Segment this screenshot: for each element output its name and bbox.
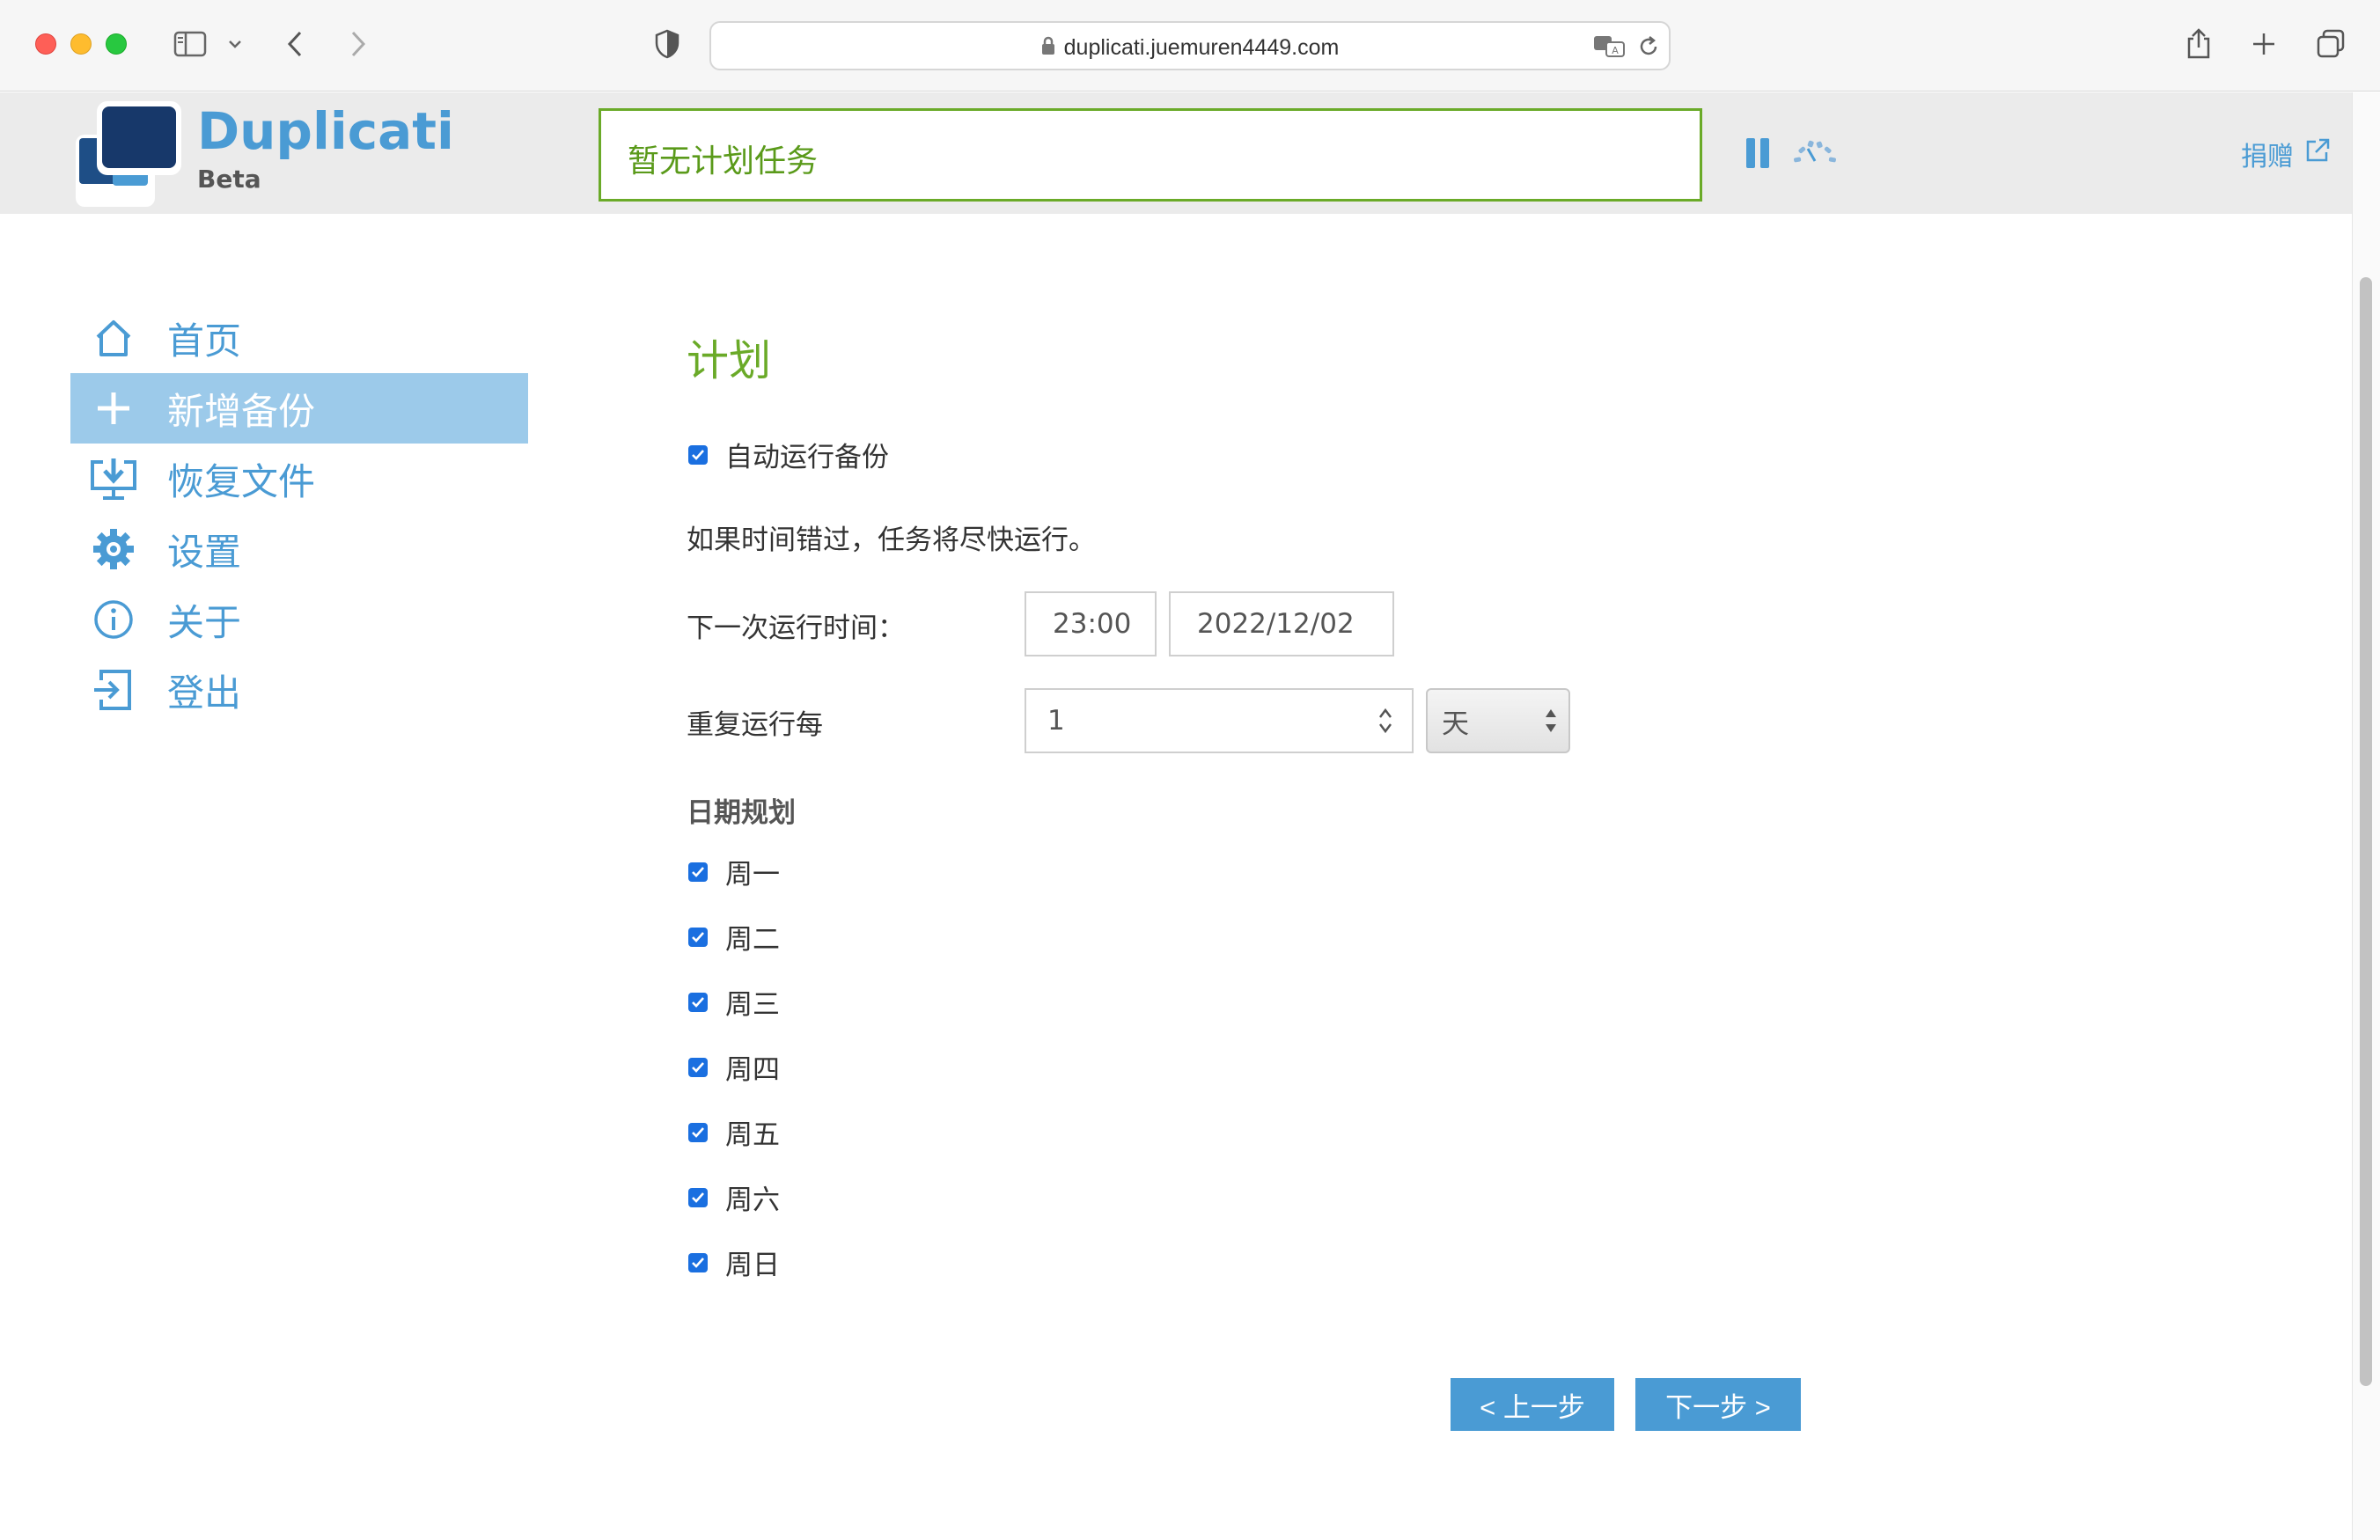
select-arrows-icon bbox=[1544, 706, 1558, 743]
day-wednesday-row[interactable]: 周三 bbox=[688, 982, 780, 1022]
auto-run-checkbox[interactable] bbox=[688, 444, 708, 465]
sidebar-item-settings[interactable]: 设置 bbox=[70, 514, 528, 584]
sidebar-item-label: 新增备份 bbox=[167, 389, 316, 433]
new-tab-icon[interactable] bbox=[2248, 26, 2280, 62]
chevron-down-icon[interactable] bbox=[225, 26, 245, 62]
day-checkbox[interactable] bbox=[688, 1057, 708, 1077]
next-run-time-field[interactable]: 23:00 bbox=[1025, 591, 1157, 656]
day-saturday-row[interactable]: 周六 bbox=[688, 1177, 780, 1217]
page-title: 计划 bbox=[687, 336, 772, 385]
tab-overview-icon[interactable] bbox=[2313, 26, 2348, 62]
logout-icon bbox=[83, 668, 144, 712]
repeat-unit-value: 天 bbox=[1442, 708, 1469, 740]
sidebar-item-about[interactable]: 关于 bbox=[70, 584, 528, 655]
sidebar-item-home[interactable]: 首页 bbox=[70, 303, 528, 373]
day-monday-row[interactable]: 周一 bbox=[688, 852, 780, 891]
day-checkbox[interactable] bbox=[688, 1252, 708, 1272]
brand-name: Duplicati bbox=[197, 101, 454, 161]
address-bar[interactable]: duplicati.juemuren4449.com A bbox=[709, 21, 1671, 70]
day-friday-row[interactable]: 周五 bbox=[688, 1112, 780, 1152]
day-label: 周五 bbox=[725, 1119, 780, 1151]
forward-icon[interactable] bbox=[345, 26, 371, 62]
day-checkbox[interactable] bbox=[688, 992, 708, 1012]
browser-toolbar: duplicati.juemuren4449.com A bbox=[0, 0, 2380, 92]
reload-icon[interactable] bbox=[1637, 35, 1660, 62]
privacy-shield-icon[interactable] bbox=[651, 26, 683, 62]
day-checkbox[interactable] bbox=[688, 1187, 708, 1207]
day-checkbox[interactable] bbox=[688, 1122, 708, 1142]
minimize-window-button[interactable] bbox=[70, 33, 92, 55]
home-icon bbox=[83, 318, 144, 358]
sidebar-item-label: 登出 bbox=[167, 671, 242, 715]
status-bar: 暂无计划任务 bbox=[599, 108, 1702, 202]
info-icon bbox=[83, 598, 144, 641]
repeat-label: 重复运行每 bbox=[687, 709, 823, 741]
sidebar-item-restore[interactable]: 恢复文件 bbox=[70, 444, 528, 514]
day-thursday-row[interactable]: 周四 bbox=[688, 1047, 780, 1087]
duplicati-logo-icon[interactable] bbox=[70, 101, 185, 207]
day-checkbox[interactable] bbox=[688, 927, 708, 947]
stepper-arrows-icon[interactable] bbox=[1377, 706, 1394, 736]
share-icon[interactable] bbox=[2183, 26, 2215, 62]
plus-icon bbox=[83, 389, 144, 428]
sidebar-item-logout[interactable]: 登出 bbox=[70, 655, 528, 725]
day-label: 周三 bbox=[725, 989, 780, 1021]
day-checkbox[interactable] bbox=[688, 862, 708, 882]
next-run-date-field[interactable]: 2022/12/02 bbox=[1169, 591, 1394, 656]
brand-subtitle: Beta bbox=[197, 165, 261, 194]
day-sunday-row[interactable]: 周日 bbox=[688, 1243, 780, 1282]
pause-icon[interactable] bbox=[1746, 138, 1773, 170]
url-text: duplicati.juemuren4449.com bbox=[1063, 35, 1340, 60]
days-heading: 日期规划 bbox=[687, 797, 796, 829]
external-link-icon bbox=[2304, 137, 2331, 171]
gear-icon bbox=[83, 527, 144, 571]
next-run-label: 下一次运行时间： bbox=[687, 612, 905, 644]
page-scrollbar[interactable] bbox=[2352, 92, 2380, 1540]
close-window-button[interactable] bbox=[35, 33, 56, 55]
svg-text:A: A bbox=[1612, 45, 1619, 56]
sidebar-item-label: 关于 bbox=[167, 600, 242, 644]
day-label: 周六 bbox=[725, 1184, 780, 1216]
day-label: 周四 bbox=[725, 1054, 780, 1086]
translate-icon[interactable]: A bbox=[1593, 33, 1627, 63]
day-label: 周二 bbox=[725, 924, 780, 956]
repeat-unit-select[interactable]: 天 bbox=[1426, 688, 1570, 753]
sidebar-item-add-backup[interactable]: 新增备份 bbox=[70, 373, 528, 444]
scrollbar-thumb[interactable] bbox=[2360, 277, 2372, 1386]
auto-run-checkbox-row[interactable]: 自动运行备份 bbox=[688, 435, 889, 474]
sidebar-item-label: 首页 bbox=[167, 319, 242, 363]
sidebar-item-label: 设置 bbox=[167, 530, 242, 574]
previous-step-button[interactable]: < 上一步 bbox=[1451, 1378, 1614, 1431]
zoom-window-button[interactable] bbox=[106, 33, 127, 55]
sidebar-toggle-icon[interactable] bbox=[171, 26, 209, 62]
throttle-speed-icon[interactable] bbox=[1790, 138, 1840, 168]
next-step-button[interactable]: 下一步 > bbox=[1635, 1378, 1801, 1431]
sidebar-nav: 首页 新增备份 恢复文件 设置 关于 登出 bbox=[70, 303, 528, 725]
day-tuesday-row[interactable]: 周二 bbox=[688, 917, 780, 957]
back-icon[interactable] bbox=[282, 26, 308, 62]
sidebar-item-label: 恢复文件 bbox=[167, 459, 316, 503]
day-label: 周一 bbox=[725, 859, 780, 891]
missed-run-hint: 如果时间错过，任务将尽快运行。 bbox=[687, 524, 1096, 556]
app-header: Duplicati Beta 暂无计划任务 捐赠 bbox=[0, 92, 2352, 214]
status-text: 暂无计划任务 bbox=[628, 143, 819, 180]
repeat-value-stepper[interactable]: 1 bbox=[1025, 688, 1414, 753]
donate-link[interactable]: 捐赠 bbox=[2241, 135, 2331, 173]
lock-icon bbox=[1041, 36, 1055, 62]
repeat-value: 1 bbox=[1047, 705, 1065, 737]
restore-icon bbox=[83, 457, 144, 501]
auto-run-label: 自动运行备份 bbox=[725, 442, 889, 473]
donate-label: 捐赠 bbox=[2241, 142, 2294, 172]
day-label: 周日 bbox=[725, 1250, 780, 1281]
